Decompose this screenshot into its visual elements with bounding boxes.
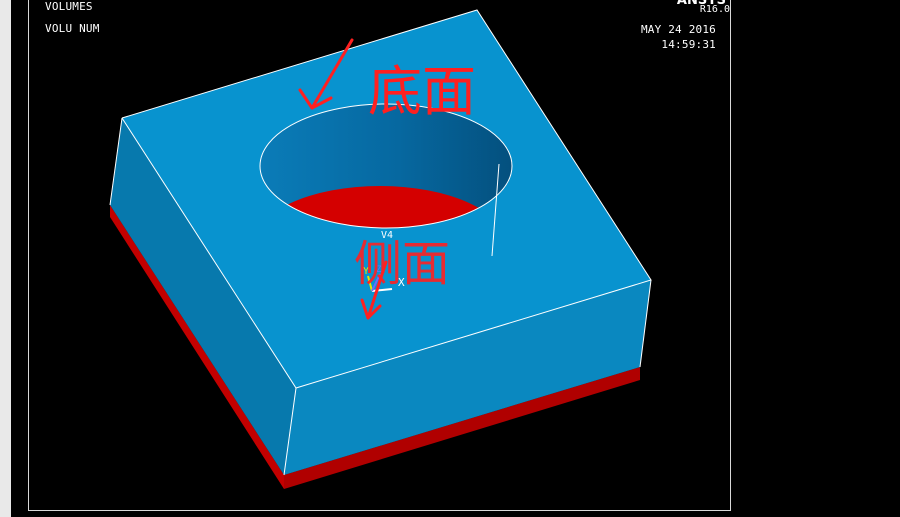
annotation-top-face-label: 底面 (368, 60, 476, 123)
annotation-side-face-label: 侧面 (354, 236, 450, 292)
model-scene[interactable]: V4 X Y Z 底面 侧面 (0, 0, 900, 517)
